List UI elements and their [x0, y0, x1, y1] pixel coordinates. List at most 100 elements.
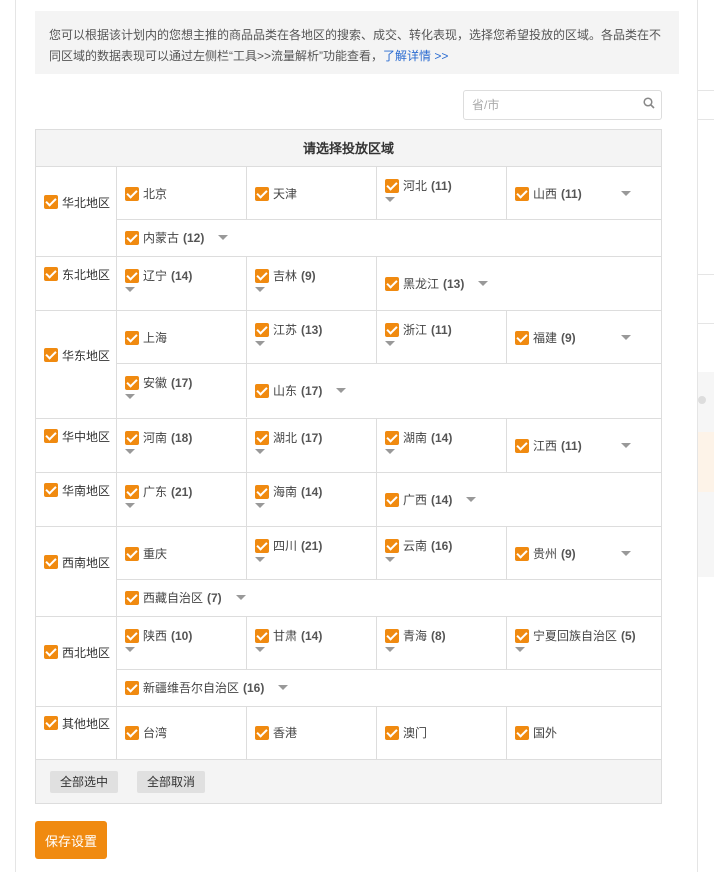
checkbox-icon[interactable] — [255, 186, 269, 201]
checkbox-icon[interactable] — [125, 269, 139, 283]
province-item[interactable]: 宁夏回族自治区 (5) — [515, 627, 653, 645]
chevron-down-icon[interactable] — [255, 647, 265, 652]
checkbox-icon[interactable] — [385, 323, 399, 337]
province-cell[interactable]: 天津 — [247, 167, 377, 219]
region-name-cell[interactable]: 东北地区 — [36, 257, 117, 310]
province-item[interactable]: 台湾 — [125, 724, 238, 742]
province-cell[interactable]: 云南 (16) — [377, 527, 507, 579]
checkbox-icon[interactable] — [44, 645, 58, 659]
checkbox-icon[interactable] — [125, 680, 139, 695]
checkbox-icon[interactable] — [385, 726, 399, 740]
province-cell[interactable]: 国外 — [507, 707, 661, 759]
province-cell[interactable]: 安徽 (17) — [117, 364, 247, 417]
province-cell[interactable]: 四川 (21) — [247, 527, 377, 579]
checkbox-icon[interactable] — [255, 726, 269, 740]
province-cell[interactable]: 湖北 (17) — [247, 419, 377, 472]
province-item[interactable]: 福建 (9) — [515, 329, 653, 347]
province-item[interactable]: 河北 (11) — [385, 177, 498, 195]
province-item[interactable]: 辽宁 (14) — [125, 267, 238, 285]
deselect-all-button[interactable]: 全部取消 — [137, 770, 206, 793]
checkbox-icon[interactable] — [44, 195, 58, 209]
province-item[interactable]: 上海 — [125, 329, 238, 347]
checkbox-icon[interactable] — [125, 590, 139, 605]
chevron-down-icon[interactable] — [515, 647, 525, 652]
checkbox-icon[interactable] — [385, 431, 399, 445]
chevron-down-icon[interactable] — [255, 287, 265, 292]
province-item[interactable]: 青海 (8) — [385, 627, 498, 645]
chevron-down-icon[interactable] — [385, 557, 395, 562]
province-cell[interactable]: 海南 (14) — [247, 473, 377, 526]
province-cell[interactable]: 浙江 (11) — [377, 311, 507, 363]
checkbox-icon[interactable] — [125, 431, 139, 445]
province-cell[interactable]: 上海 — [117, 311, 247, 363]
province-cell[interactable]: 山东 (17) — [247, 364, 661, 417]
province-cell[interactable]: 新疆维吾尔自治区 (16) — [117, 670, 661, 705]
province-cell[interactable]: 吉林 (9) — [247, 257, 377, 310]
province-item[interactable]: 澳门 — [385, 724, 498, 742]
province-item[interactable]: 香港 — [255, 724, 368, 742]
province-item[interactable]: 北京 — [125, 185, 238, 203]
chevron-down-icon[interactable] — [125, 503, 135, 508]
province-item[interactable]: 广西 (14) — [385, 491, 653, 509]
checkbox-icon[interactable] — [515, 546, 529, 561]
chevron-down-icon[interactable] — [218, 235, 229, 240]
checkbox-icon[interactable] — [385, 179, 399, 193]
region-name-cell[interactable]: 华北地区 — [36, 167, 117, 256]
checkbox-icon[interactable] — [125, 230, 139, 245]
province-item[interactable]: 山西 (11) — [515, 185, 653, 203]
province-item[interactable]: 湖北 (17) — [255, 429, 368, 447]
region-name-cell[interactable]: 华南地区 — [36, 473, 117, 526]
chevron-down-icon[interactable] — [385, 647, 395, 652]
province-item[interactable]: 江苏 (13) — [255, 321, 368, 339]
checkbox-icon[interactable] — [125, 726, 139, 740]
province-item[interactable]: 西藏自治区 (7) — [125, 589, 653, 607]
province-cell[interactable]: 黑龙江 (13) — [377, 257, 661, 310]
chevron-down-icon[interactable] — [255, 557, 265, 562]
province-item[interactable]: 浙江 (11) — [385, 321, 498, 339]
province-cell[interactable]: 台湾 — [117, 707, 247, 759]
province-cell[interactable]: 重庆 — [117, 527, 247, 579]
checkbox-icon[interactable] — [125, 376, 139, 390]
checkbox-icon[interactable] — [255, 323, 269, 337]
checkbox-icon[interactable] — [515, 438, 529, 453]
province-search-input[interactable] — [464, 91, 634, 119]
chevron-down-icon[interactable] — [478, 281, 489, 286]
province-cell[interactable]: 福建 (9) — [507, 311, 661, 363]
province-item[interactable]: 新疆维吾尔自治区 (16) — [125, 679, 653, 697]
checkbox-icon[interactable] — [125, 485, 139, 499]
province-cell[interactable]: 湖南 (14) — [377, 419, 507, 472]
province-item[interactable]: 天津 — [255, 185, 368, 203]
province-item[interactable]: 江西 (11) — [515, 437, 653, 455]
province-cell[interactable]: 广西 (14) — [377, 473, 661, 526]
checkbox-icon[interactable] — [255, 539, 269, 553]
province-cell[interactable]: 江苏 (13) — [247, 311, 377, 363]
province-item[interactable]: 国外 — [515, 724, 653, 742]
checkbox-icon[interactable] — [385, 629, 399, 643]
checkbox-icon[interactable] — [515, 629, 529, 643]
province-item[interactable]: 吉林 (9) — [255, 267, 368, 285]
province-item[interactable]: 四川 (21) — [255, 537, 368, 555]
checkbox-icon[interactable] — [125, 546, 139, 561]
province-cell[interactable]: 北京 — [117, 167, 247, 219]
chevron-down-icon[interactable] — [621, 191, 631, 196]
checkbox-icon[interactable] — [44, 716, 58, 730]
province-cell[interactable]: 澳门 — [377, 707, 507, 759]
checkbox-icon[interactable] — [125, 330, 139, 345]
checkbox-icon[interactable] — [515, 186, 529, 201]
chevron-down-icon[interactable] — [125, 287, 135, 292]
checkbox-icon[interactable] — [385, 276, 399, 291]
region-name-cell[interactable]: 西南地区 — [36, 527, 117, 616]
chevron-down-icon[interactable] — [466, 497, 477, 502]
province-item[interactable]: 云南 (16) — [385, 537, 498, 555]
province-item[interactable]: 陕西 (10) — [125, 627, 238, 645]
province-cell[interactable]: 贵州 (9) — [507, 527, 661, 579]
save-settings-button[interactable]: 保存设置 — [35, 821, 107, 859]
province-item[interactable]: 贵州 (9) — [515, 545, 653, 563]
province-cell[interactable]: 内蒙古 (12) — [117, 220, 661, 255]
province-cell[interactable]: 江西 (11) — [507, 419, 661, 472]
chevron-down-icon[interactable] — [336, 388, 347, 393]
chevron-down-icon[interactable] — [255, 449, 265, 454]
chevron-down-icon[interactable] — [621, 443, 631, 448]
chevron-down-icon[interactable] — [255, 503, 265, 508]
chevron-down-icon[interactable] — [235, 595, 246, 600]
